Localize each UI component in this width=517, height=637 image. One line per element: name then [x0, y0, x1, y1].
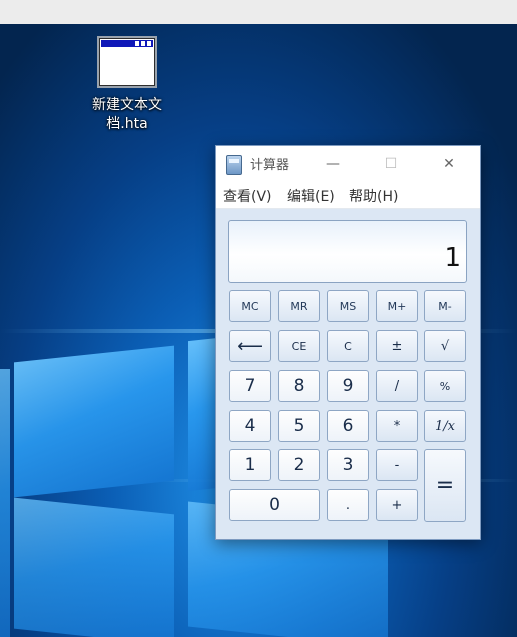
display-value: 1 — [444, 243, 461, 273]
menu-edit[interactable]: 编辑(E) — [287, 186, 335, 206]
mc-button[interactable]: MC — [229, 290, 271, 322]
title-bar[interactable]: 计算器 — ☐ ✕ — [216, 146, 480, 182]
divide-button[interactable]: / — [376, 370, 418, 402]
clear-button[interactable]: C — [327, 330, 369, 362]
minus-button[interactable]: - — [376, 449, 418, 481]
mr-button[interactable]: MR — [278, 290, 320, 322]
close-icon: ✕ — [443, 156, 455, 172]
window-title: 计算器 — [250, 158, 290, 173]
equals-button[interactable]: = — [424, 449, 466, 522]
plus-button[interactable]: + — [376, 489, 418, 521]
ms-button[interactable]: MS — [327, 290, 369, 322]
digit-4-button[interactable]: 4 — [229, 410, 271, 442]
decimal-button[interactable]: . — [327, 489, 369, 521]
digit-8-button[interactable]: 8 — [278, 370, 320, 402]
menu-bar: 查看(V) 编辑(E) 帮助(H) — [216, 182, 480, 209]
maximize-button[interactable]: ☐ — [366, 146, 416, 182]
close-button[interactable]: ✕ — [424, 146, 474, 182]
hta-file-icon — [97, 36, 157, 88]
logo-pane — [14, 345, 174, 498]
plus-minus-button[interactable]: ± — [376, 330, 418, 362]
digit-9-button[interactable]: 9 — [327, 370, 369, 402]
m-plus-button[interactable]: M+ — [376, 290, 418, 322]
logo-pane — [0, 369, 10, 637]
maximize-icon: ☐ — [384, 156, 398, 172]
ce-button[interactable]: CE — [278, 330, 320, 362]
digit-6-button[interactable]: 6 — [327, 410, 369, 442]
percent-button[interactable]: % — [424, 370, 466, 402]
calculator-app-icon — [226, 155, 242, 175]
minimize-icon: — — [326, 156, 340, 172]
calculator-display: 1 — [228, 220, 467, 283]
digit-5-button[interactable]: 5 — [278, 410, 320, 442]
top-strip — [0, 0, 517, 24]
menu-view[interactable]: 查看(V) — [223, 186, 272, 206]
digit-1-button[interactable]: 1 — [229, 449, 271, 481]
desktop-file-label: 新建文本文档.hta — [92, 97, 162, 132]
digit-7-button[interactable]: 7 — [229, 370, 271, 402]
digit-2-button[interactable]: 2 — [278, 449, 320, 481]
desktop-file-icon[interactable]: 新建文本文档.hta — [84, 36, 170, 134]
calculator-window: 计算器 — ☐ ✕ 查看(V) 编辑(E) 帮助(H) 1 MC MR MS M… — [215, 145, 481, 540]
m-minus-button[interactable]: M- — [424, 290, 466, 322]
digit-0-button[interactable]: 0 — [229, 489, 320, 521]
digit-3-button[interactable]: 3 — [327, 449, 369, 481]
reciprocal-button[interactable]: 1/x — [424, 410, 466, 442]
minimize-button[interactable]: — — [308, 146, 358, 182]
sqrt-button[interactable]: √ — [424, 330, 466, 362]
backspace-button[interactable]: ⟵ — [229, 330, 271, 362]
menu-help[interactable]: 帮助(H) — [349, 186, 398, 206]
logo-pane — [14, 497, 174, 637]
multiply-button[interactable]: * — [376, 410, 418, 442]
